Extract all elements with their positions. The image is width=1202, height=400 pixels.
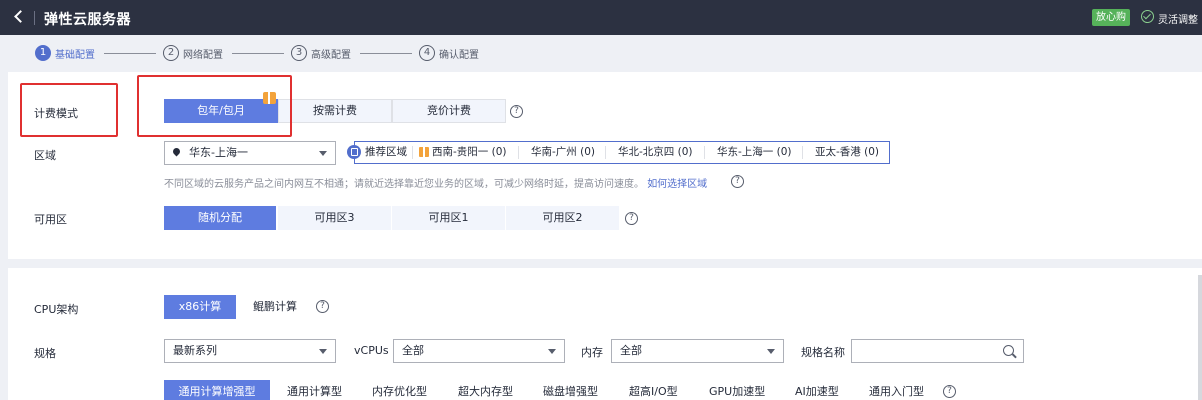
region-option-shanghai1[interactable]: 华东-上海一 (0) — [717, 142, 792, 163]
step-advanced-config[interactable]: 3 高级配置 — [291, 45, 351, 61]
availability-zone-label: 可用区 — [34, 213, 67, 226]
spec-tab-general[interactable]: 通用计算型 — [287, 380, 342, 400]
region-hint: 不同区域的云服务产品之间内网互不相通；请就近选择靠近您业务的区域，可减少网络时延… — [164, 175, 707, 190]
help-icon[interactable]: ? — [510, 105, 523, 118]
how-to-choose-region-link[interactable]: 如何选择区域 — [647, 179, 707, 190]
region-option-hongkong[interactable]: 亚太-香港 (0) — [815, 142, 879, 163]
region-option-beijing4[interactable]: 华北-北京四 (0) — [618, 142, 693, 163]
spec-tab-entry[interactable]: 通用入门型 — [869, 380, 924, 400]
flex-adjust-link[interactable]: 灵活调整 — [1158, 11, 1198, 26]
spec-tab-gpu[interactable]: GPU加速型 — [709, 380, 765, 400]
recommended-region-label: 推荐区域 — [365, 146, 407, 158]
divider — [412, 146, 413, 159]
step-indicator: 1 基础配置 2 网络配置 3 高级配置 4 确认配置 — [0, 35, 1202, 71]
search-icon[interactable] — [1003, 345, 1014, 356]
series-select-value: 最新系列 — [173, 344, 217, 357]
chevron-left-icon[interactable] — [12, 8, 28, 26]
step-network-config[interactable]: 2 网络配置 — [163, 45, 223, 61]
memory-select[interactable]: 全部 — [611, 339, 784, 363]
spec-name-label: 规格名称 — [801, 346, 845, 359]
cpu-arch-label: CPU架构 — [34, 303, 79, 316]
highlight-box — [137, 75, 292, 137]
step-connector — [360, 53, 412, 54]
divider — [34, 11, 35, 25]
billing-option-spot[interactable]: 竞价计费 — [392, 99, 506, 123]
help-icon[interactable]: ? — [943, 385, 956, 398]
help-icon[interactable]: ? — [316, 300, 329, 313]
series-select[interactable]: 最新系列 — [164, 339, 336, 363]
vcpus-select-value: 全部 — [402, 344, 424, 357]
region-label: 区域 — [34, 149, 56, 162]
memory-select-value: 全部 — [620, 344, 642, 357]
spec-tab-large-memory[interactable]: 超大内存型 — [458, 380, 513, 400]
page-title: 弹性云服务器 — [44, 12, 131, 28]
chevron-down-icon — [319, 349, 327, 354]
divider — [802, 146, 803, 159]
divider — [605, 146, 606, 159]
highlight-box — [20, 83, 118, 137]
region-select[interactable]: 华东-上海一 — [164, 141, 336, 165]
step-number: 2 — [163, 45, 179, 61]
step-number: 3 — [291, 45, 307, 61]
chevron-down-icon — [548, 349, 556, 354]
step-confirm-config[interactable]: 4 确认配置 — [419, 45, 479, 61]
vcpus-label: vCPUs — [354, 344, 389, 357]
step-label: 确认配置 — [439, 49, 479, 61]
memory-label: 内存 — [581, 346, 603, 359]
az-option-random[interactable]: 随机分配 — [164, 206, 277, 230]
spec-label: 规格 — [34, 347, 56, 360]
help-icon[interactable]: ? — [731, 175, 744, 188]
spec-tab-memory-optimized[interactable]: 内存优化型 — [372, 380, 427, 400]
step-basic-config[interactable]: 1 基础配置 — [35, 45, 95, 61]
thumbs-up-icon — [347, 145, 361, 159]
billing-option-on-demand[interactable]: 按需计费 — [278, 99, 392, 123]
check-circle-icon — [1141, 10, 1154, 23]
divider — [518, 146, 519, 159]
step-connector — [232, 53, 284, 54]
step-number: 1 — [35, 45, 51, 61]
divider — [704, 146, 705, 159]
az-option-3[interactable]: 可用区3 — [278, 206, 392, 230]
step-connector — [104, 53, 156, 54]
spec-tab-general-enhanced[interactable]: 通用计算增强型 — [164, 380, 270, 400]
chevron-down-icon — [767, 349, 775, 354]
recommended-regions: 推荐区域 西南-贵阳一 (0) 华南-广州 (0) 华北-北京四 (0) 华东-… — [347, 141, 890, 164]
spec-tab-disk-enhanced[interactable]: 磁盘增强型 — [543, 380, 598, 400]
spec-tab-ai[interactable]: AI加速型 — [795, 380, 839, 400]
step-label: 网络配置 — [183, 49, 223, 61]
region-hint-text: 不同区域的云服务产品之间内网互不相通；请就近选择靠近您业务的区域，可减少网络时延… — [164, 179, 644, 190]
az-option-2[interactable]: 可用区2 — [506, 206, 620, 230]
region-option-guiyang[interactable]: 西南-贵阳一 (0) — [432, 142, 507, 163]
step-number: 4 — [419, 45, 435, 61]
top-bar: 弹性云服务器 放心购 灵活调整 — [0, 0, 1202, 35]
assurance-badge[interactable]: 放心购 — [1092, 9, 1130, 26]
region-option-guangzhou[interactable]: 华南-广州 (0) — [531, 142, 595, 163]
help-icon[interactable]: ? — [625, 212, 638, 225]
gift-icon — [419, 147, 429, 157]
scrollbar[interactable] — [1198, 275, 1202, 400]
chevron-down-icon — [319, 151, 327, 156]
region-select-value: 华东-上海一 — [189, 146, 248, 159]
step-label: 基础配置 — [55, 49, 95, 61]
spec-name-search-input[interactable] — [851, 339, 1024, 363]
az-option-1[interactable]: 可用区1 — [392, 206, 506, 230]
cpu-option-x86[interactable]: x86计算 — [164, 295, 236, 319]
step-label: 高级配置 — [311, 49, 351, 61]
cpu-option-kunpeng[interactable]: 鲲鹏计算 — [253, 295, 297, 319]
spec-tab-high-io[interactable]: 超高I/O型 — [629, 380, 678, 400]
vcpus-select[interactable]: 全部 — [393, 339, 565, 363]
